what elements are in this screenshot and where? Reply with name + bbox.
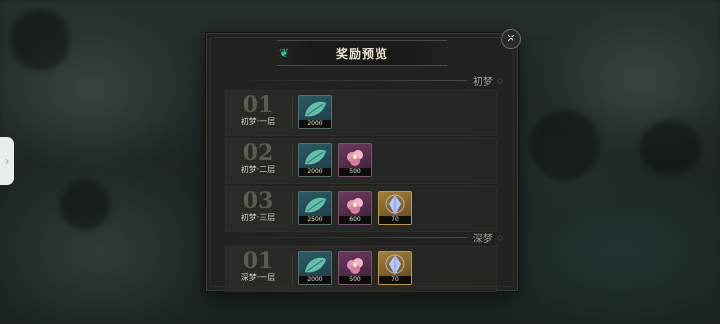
- reward-item[interactable]: 500: [338, 251, 372, 285]
- pink-flower-icon: [347, 198, 363, 214]
- reward-item[interactable]: 2000: [298, 143, 332, 177]
- reward-preview-dialog: ❦ 奖励预览 ✕ 初梦 ◇ 01 初梦·一层 2000 02 初梦·二层 200…: [206, 29, 521, 292]
- tier-label: 初梦·三层: [240, 213, 276, 222]
- divider: [292, 145, 293, 177]
- chevron-right-icon: ›: [4, 154, 10, 168]
- dialog-title-bar: ❦ 奖励预览: [277, 40, 447, 66]
- item-quantity: 2000: [299, 276, 331, 284]
- reward-row: 01 深梦·一层 2000 500 70: [225, 246, 497, 292]
- divider: [223, 236, 467, 238]
- side-expand-tab[interactable]: ›: [0, 137, 14, 185]
- tier-label: 初梦·一层: [240, 117, 276, 126]
- diamond-ornament-icon: ◇: [496, 232, 503, 242]
- reward-row: 02 初梦·二层 2000 500: [225, 138, 497, 184]
- tier-label: 深梦·一层: [240, 273, 276, 282]
- dialog-title: 奖励预览: [335, 46, 388, 61]
- divider: [292, 253, 293, 285]
- green-leaf-icon: [305, 101, 326, 117]
- blue-crystal-icon: [385, 254, 405, 275]
- green-leaf-icon: [305, 257, 326, 273]
- item-quantity: 500: [339, 168, 371, 176]
- section-label: 深梦: [472, 233, 493, 245]
- section-label: 初梦: [472, 76, 493, 88]
- reward-item[interactable]: 2500: [298, 191, 332, 225]
- reward-item[interactable]: 500: [338, 143, 372, 177]
- item-quantity: 2000: [299, 168, 331, 176]
- section-header-shenmeng: 深梦 ◇: [223, 231, 503, 245]
- reward-item[interactable]: 600: [338, 191, 372, 225]
- item-quantity: 70: [379, 276, 411, 284]
- item-quantity: 600: [339, 216, 371, 224]
- reward-item[interactable]: 70: [378, 191, 412, 225]
- item-quantity: 2000: [299, 120, 331, 128]
- pink-flower-icon: [347, 258, 363, 274]
- pink-flower-icon: [347, 150, 363, 166]
- reward-row: 01 初梦·一层 2000: [225, 90, 497, 136]
- green-leaf-icon: [305, 149, 326, 165]
- green-leaf-icon: [305, 197, 326, 213]
- item-quantity: 70: [379, 216, 411, 224]
- divider: [223, 79, 467, 81]
- reward-item[interactable]: 70: [378, 251, 412, 285]
- item-quantity: 2500: [299, 216, 331, 224]
- tier-label: 初梦·二层: [240, 165, 276, 174]
- reward-item[interactable]: 2000: [298, 95, 332, 129]
- close-icon: ✕: [506, 32, 516, 45]
- reward-row: 03 初梦·三层 2500 600 70: [225, 186, 497, 232]
- tier-number: 02: [242, 140, 274, 166]
- item-quantity: 500: [339, 276, 371, 284]
- close-button[interactable]: ✕: [501, 29, 521, 49]
- tier-number: 01: [242, 92, 274, 118]
- leaf-ornament-icon: ❦: [279, 46, 290, 60]
- tier-number: 01: [242, 248, 274, 274]
- section-header-chumeng: 初梦 ◇: [223, 74, 503, 88]
- divider: [292, 193, 293, 225]
- blue-crystal-icon: [385, 194, 405, 215]
- diamond-ornament-icon: ◇: [496, 75, 503, 85]
- divider: [292, 97, 293, 129]
- reward-item[interactable]: 2000: [298, 251, 332, 285]
- tier-number: 03: [242, 188, 274, 214]
